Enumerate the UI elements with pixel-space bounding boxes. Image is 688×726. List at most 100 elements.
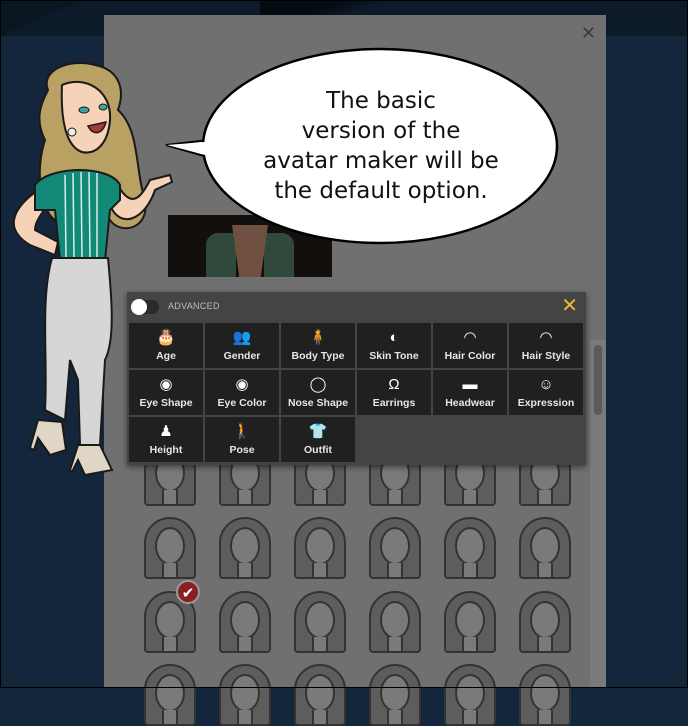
scrollbar-thumb[interactable] [594, 345, 602, 415]
hairstyle-option[interactable] [140, 660, 200, 726]
face-outline [305, 674, 335, 712]
selected-check-icon: ✔ [176, 580, 200, 604]
neck-outline [537, 490, 553, 504]
hairstyle-option[interactable] [365, 660, 425, 726]
face-outline [230, 527, 260, 565]
option-hair-style[interactable]: ◠ Hair Style [509, 323, 583, 368]
options-panel: ADVANCED ✕ 🎂 Age 👥 Gender 🧍 Body Type ◐ Skin To… [127, 292, 586, 465]
face-outline [455, 674, 485, 712]
neck-outline [537, 710, 553, 724]
character-eye [78, 106, 90, 114]
face-outline [380, 601, 410, 639]
options-panel-header: ADVANCED ✕ [127, 292, 586, 322]
nose-shape-icon: ◯ [309, 376, 327, 393]
hair-color-icon: ◠ [463, 329, 477, 346]
neck-outline [462, 637, 478, 651]
option-outfit[interactable]: 👕 Outfit [281, 417, 355, 462]
option-label: Gender [223, 350, 261, 362]
option-label: Earrings [372, 397, 416, 409]
face-outline [530, 674, 560, 712]
neck-outline [312, 563, 328, 577]
neck-outline [462, 710, 478, 724]
hairstyle-option[interactable] [515, 587, 575, 653]
option-label: Eye Color [217, 397, 267, 409]
neck-outline [312, 710, 328, 724]
neck-outline [312, 490, 328, 504]
eye-color-icon: ◉ [235, 376, 249, 393]
earrings-icon: Ω [388, 376, 400, 393]
face-outline [380, 527, 410, 565]
hairstyle-option[interactable] [440, 587, 500, 653]
hairstyle-option[interactable] [290, 513, 350, 579]
option-label: Hair Style [521, 350, 571, 362]
option-earrings[interactable]: Ω Earrings [357, 370, 431, 415]
option-label: Headwear [445, 397, 495, 409]
option-expression[interactable]: ☺ Expression [509, 370, 583, 415]
option-pose[interactable]: 🚶 Pose [205, 417, 279, 462]
neck-outline [162, 490, 178, 504]
option-label: Pose [229, 444, 255, 456]
option-skin-tone[interactable]: ◐ Skin Tone [357, 323, 431, 368]
option-body-type[interactable]: 🧍 Body Type [281, 323, 355, 368]
neck-outline [537, 637, 553, 651]
option-label: Hair Color [444, 350, 496, 362]
face-outline [530, 601, 560, 639]
character-shoe [68, 444, 114, 477]
face-outline [455, 527, 485, 565]
hairstyle-option[interactable] [290, 587, 350, 653]
option-label: Expression [517, 397, 575, 409]
headwear-icon: ▬ [462, 376, 478, 393]
face-outline [305, 527, 335, 565]
neck-outline [237, 637, 253, 651]
hairstyle-option[interactable] [215, 660, 275, 726]
hairstyle-option[interactable] [215, 513, 275, 579]
speech-bubble: The basic version of the avatar maker wi… [165, 46, 559, 246]
neck-outline [537, 563, 553, 577]
neck-outline [162, 710, 178, 724]
character-earring [67, 127, 77, 137]
hairstyle-option[interactable] [515, 660, 575, 726]
face-outline [155, 674, 185, 712]
character-pants [43, 257, 113, 446]
option-eye-color[interactable]: ◉ Eye Color [205, 370, 279, 415]
option-gender[interactable]: 👥 Gender [205, 323, 279, 368]
guide-character [12, 62, 174, 477]
face-outline [155, 601, 185, 639]
face-outline [230, 601, 260, 639]
neck-outline [387, 710, 403, 724]
hairstyle-option[interactable] [440, 660, 500, 726]
hairstyle-option[interactable] [515, 513, 575, 579]
hair-style-icon: ◠ [539, 329, 553, 346]
option-headwear[interactable]: ▬ Headwear [433, 370, 507, 415]
speech-bubble-text: The basic version of the avatar maker wi… [231, 86, 531, 206]
pose-icon: 🚶 [232, 423, 252, 440]
hairstyle-option[interactable] [440, 513, 500, 579]
neck-outline [162, 563, 178, 577]
option-nose-shape[interactable]: ◯ Nose Shape [281, 370, 355, 415]
face-outline [455, 601, 485, 639]
panel-close-icon[interactable]: ✕ [561, 295, 578, 317]
option-hair-color[interactable]: ◠ Hair Color [433, 323, 507, 368]
neck-outline [462, 490, 478, 504]
neck-outline [387, 563, 403, 577]
neck-outline [237, 490, 253, 504]
hairstyle-option[interactable] [365, 587, 425, 653]
speech-line: avatar maker will be [263, 148, 499, 174]
face-outline [230, 674, 260, 712]
skin-tone-icon: ◐ [389, 329, 399, 346]
option-label: Skin Tone [369, 350, 419, 362]
neck-outline [387, 490, 403, 504]
hairstyle-option[interactable] [365, 513, 425, 579]
neck-outline [237, 710, 253, 724]
outfit-icon: 👕 [308, 423, 328, 440]
neck-outline [462, 563, 478, 577]
face-outline [380, 674, 410, 712]
hairstyle-option[interactable] [290, 660, 350, 726]
background-facet [0, 0, 80, 36]
speech-line: The basic [326, 88, 436, 114]
hairstyle-option[interactable] [215, 587, 275, 653]
expression-icon: ☺ [538, 376, 554, 393]
modal-close-icon[interactable]: ✕ [581, 23, 596, 43]
hairstyle-option[interactable] [140, 513, 200, 579]
neck-outline [387, 637, 403, 651]
